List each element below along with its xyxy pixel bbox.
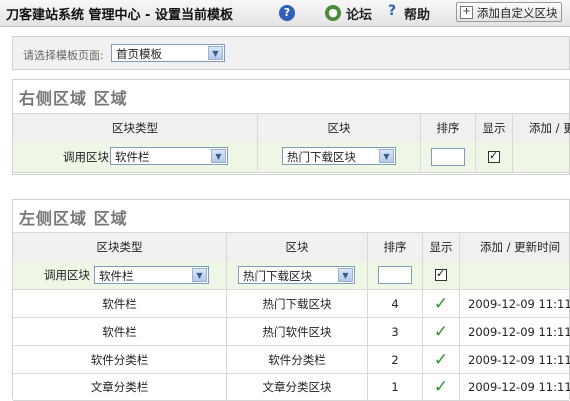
help-link[interactable]: 帮助	[404, 4, 430, 23]
left-show-cell	[423, 261, 459, 289]
check-icon[interactable]: ✓	[423, 374, 459, 400]
add-custom-block-button[interactable]: + 添加自定义区块	[456, 2, 562, 22]
row-block: 热门下载区块	[262, 296, 332, 311]
left-area-section: 左侧区域 区域 区块类型 区块 排序 显示 添加 / 更新时间 调用区块 软件栏…	[12, 199, 570, 401]
forum-icon[interactable]: ●	[325, 5, 341, 21]
left-show-checkbox[interactable]	[435, 267, 447, 281]
column-header-order: 排序	[436, 121, 460, 135]
row-block: 文章分类区块	[262, 380, 332, 394]
forum-link[interactable]: 论坛	[346, 4, 372, 23]
chevron-down-icon: ▼	[338, 268, 353, 282]
right-area-title: 右侧区域 区域	[19, 89, 128, 108]
left-block-type-select[interactable]: 软件栏 ▼	[94, 266, 209, 284]
right-call-row: 调用区块 软件栏 ▼ 热门下载区块 ▼	[13, 142, 569, 173]
left-area-title: 左侧区域 区域	[19, 209, 128, 228]
column-header-added: 添加 / 更新时间	[480, 240, 561, 254]
column-header-show: 显示	[482, 121, 506, 135]
left-call-row: 调用区块 软件栏 ▼ 热门下载区块 ▼	[13, 261, 569, 290]
template-selector-panel: 请选择模板页面: 首页模板 ▼	[12, 36, 570, 70]
template-select[interactable]: 首页模板 ▼	[111, 44, 225, 62]
row-time: 2009-12-09 11:11:1	[468, 324, 570, 339]
left-block-value: 热门下载区块	[243, 269, 312, 283]
template-select-value: 首页模板	[116, 47, 162, 61]
column-header-show: 显示	[429, 240, 453, 254]
right-order-input[interactable]	[431, 148, 465, 166]
check-icon[interactable]: ✓	[423, 318, 459, 345]
right-order-cell	[421, 142, 475, 172]
right-block-select[interactable]: 热门下载区块 ▼	[282, 147, 396, 165]
row-type: 文章分类栏	[90, 380, 149, 394]
chevron-down-icon: ▼	[192, 268, 207, 282]
table-row[interactable]: 文章分类栏 文章分类区块 1 ✓ 2009-12-09 11:11:1	[13, 374, 570, 401]
right-table-header: 区块类型 区块 排序 显示 添加 / 更新	[13, 113, 570, 143]
table-row[interactable]: 软件栏 热门下载区块 4 ✓ 2009-12-09 11:11:1	[13, 290, 570, 318]
row-time: 2009-12-09 11:11:1	[468, 380, 570, 394]
check-icon[interactable]: ✓	[423, 346, 459, 373]
add-custom-block-label: 添加自定义区块	[477, 6, 558, 20]
column-header-block: 区块	[285, 240, 309, 254]
row-block: 软件分类栏	[268, 352, 326, 367]
row-order: 4	[391, 296, 399, 311]
row-order: 1	[391, 380, 399, 394]
top-bar: 刀客建站系统 管理中心 - 设置当前模板 ? ● 论坛 ? 帮助 + 添加自定义…	[0, 0, 570, 27]
left-order-cell	[368, 261, 422, 289]
left-order-input[interactable]	[378, 266, 412, 284]
column-header-order: 排序	[383, 240, 407, 254]
row-time: 2009-12-09 11:11:1	[468, 296, 570, 311]
table-row[interactable]: 软件分类栏 软件分类栏 2 ✓ 2009-12-09 11:11:1	[13, 346, 570, 374]
row-order: 3	[391, 324, 399, 339]
row-type: 软件栏	[102, 324, 137, 339]
column-header-block: 区块	[327, 121, 351, 135]
page-title: 刀客建站系统 管理中心 - 设置当前模板	[6, 8, 233, 23]
row-block: 热门软件区块	[262, 324, 332, 339]
row-time: 2009-12-09 11:11:1	[468, 352, 570, 367]
check-icon[interactable]: ✓	[423, 290, 459, 317]
add-block-icon: +	[460, 6, 473, 19]
right-show-cell	[476, 142, 512, 172]
row-type: 软件分类栏	[90, 352, 149, 367]
chevron-down-icon: ▼	[211, 149, 226, 163]
row-order: 2	[391, 352, 399, 367]
left-block-select[interactable]: 热门下载区块 ▼	[238, 266, 355, 284]
chevron-down-icon: ▼	[379, 149, 394, 163]
right-area-section: 右侧区域 区域 区块类型 区块 排序 显示 添加 / 更新 调用区块 软件栏 ▼…	[12, 79, 570, 175]
column-header-added: 添加 / 更新	[529, 121, 570, 135]
call-block-label: 调用区块	[44, 268, 90, 282]
chevron-down-icon: ▼	[208, 46, 223, 60]
help-icon[interactable]: ?	[279, 5, 295, 21]
right-block-type-select[interactable]: 软件栏 ▼	[110, 147, 228, 165]
row-type: 软件栏	[102, 296, 137, 311]
left-block-type-value: 软件栏	[99, 269, 134, 283]
right-block-value: 热门下载区块	[287, 150, 356, 164]
right-block-type-value: 软件栏	[115, 150, 150, 164]
question-mark-icon[interactable]: ?	[388, 3, 396, 19]
column-header-type: 区块类型	[112, 121, 158, 135]
call-block-label: 调用区块	[63, 150, 109, 164]
template-select-label: 请选择模板页面:	[23, 49, 104, 62]
column-header-type: 区块类型	[96, 240, 143, 254]
left-table-header: 区块类型 区块 排序 显示 添加 / 更新时间	[13, 232, 569, 262]
table-row[interactable]: 软件栏 热门软件区块 3 ✓ 2009-12-09 11:11:1	[13, 318, 570, 346]
right-show-checkbox[interactable]	[488, 149, 500, 163]
